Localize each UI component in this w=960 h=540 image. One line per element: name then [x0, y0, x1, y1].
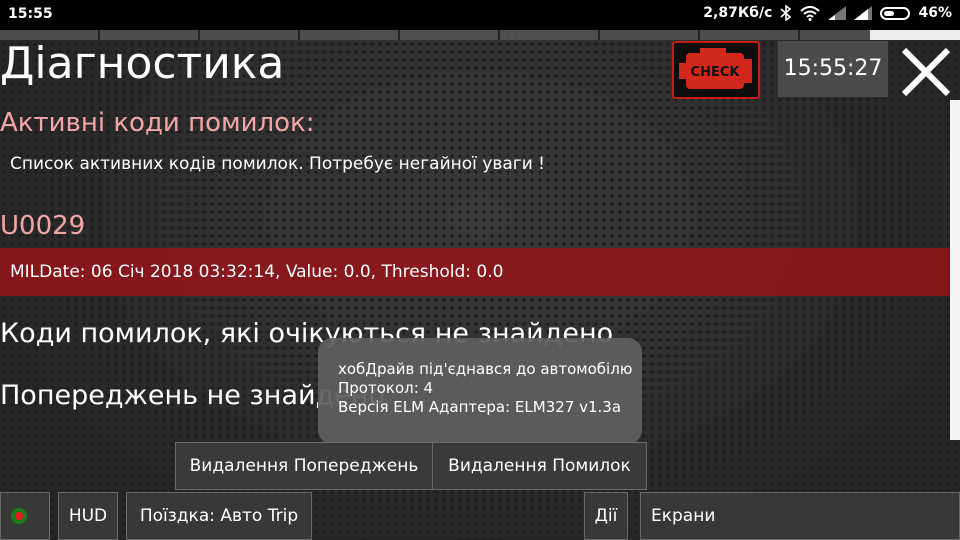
bluetooth-icon — [780, 5, 792, 21]
battery-icon — [880, 6, 911, 20]
check-engine-button[interactable]: CHECK — [672, 41, 760, 99]
toast-line: Протокол: 4 — [338, 379, 434, 397]
close-icon[interactable] — [896, 42, 956, 102]
top-divider-accent — [870, 30, 960, 40]
scrollbar[interactable] — [950, 100, 960, 440]
toast-line: хобДрайв під'єднався до автомобілю — [338, 360, 633, 378]
actions-button[interactable]: Дії — [584, 492, 628, 540]
delete-errors-button[interactable]: Видалення Помилок — [432, 442, 647, 490]
connection-toast: хобДрайв під'єднався до автомобілю Прото… — [318, 338, 642, 444]
active-codes-description: Список активних кодів помилок. Потребує … — [10, 154, 545, 174]
signal-icon — [854, 6, 873, 20]
toast-line: Версія ELM Адаптера: ELM327 v1.3a — [338, 398, 622, 416]
signal-icon — [828, 6, 847, 20]
check-label: CHECK — [691, 65, 741, 80]
engine-icon: CHECK — [679, 48, 752, 89]
active-codes-title: Активні коди помилок: — [0, 108, 315, 138]
status-right: 2,87Кб/с 46% — [703, 5, 952, 21]
wifi-icon — [800, 5, 821, 21]
delete-warnings-button[interactable]: Видалення Попереджень — [175, 442, 433, 490]
error-code[interactable]: U0029 — [0, 211, 85, 241]
hud-button[interactable]: HUD — [58, 492, 118, 540]
clock-display: 15:55:27 — [778, 41, 888, 97]
screens-button[interactable]: Екрани — [640, 492, 960, 540]
status-time: 15:55 — [8, 6, 53, 22]
battery-level: 46% — [918, 5, 952, 21]
trip-button[interactable]: Поїздка: Авто Trip — [126, 492, 312, 540]
status-bar: 15:55 2,87Кб/с 46% — [0, 0, 960, 30]
error-code-detail: MILDate: 06 Січ 2018 03:32:14, Value: 0.… — [0, 248, 950, 296]
status-dot-icon — [11, 508, 27, 524]
page-title: Діагностика — [0, 38, 285, 89]
status-indicator-button[interactable] — [0, 492, 50, 540]
network-speed: 2,87Кб/с — [703, 5, 773, 21]
